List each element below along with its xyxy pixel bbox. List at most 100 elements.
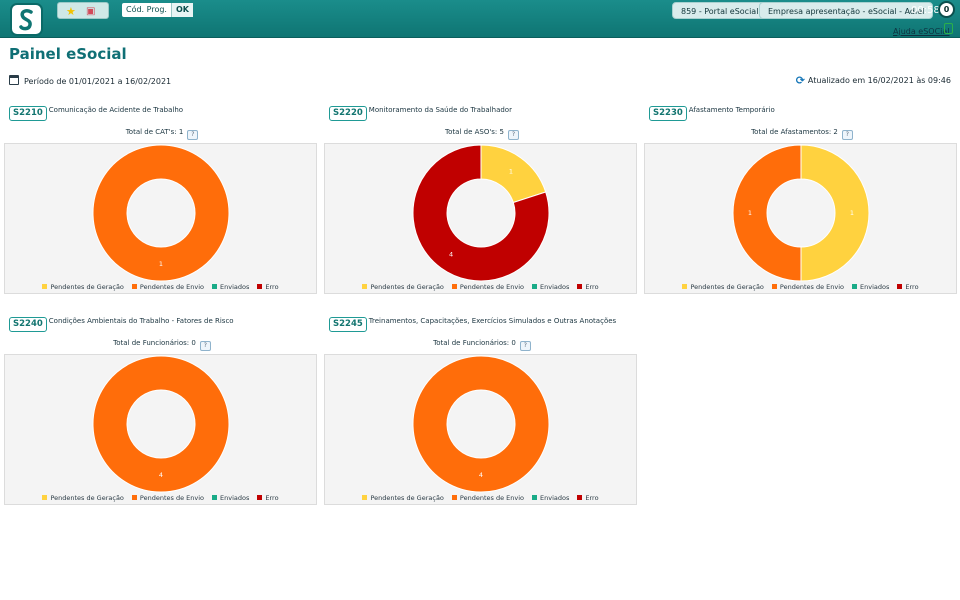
donut-chart: 11 [732, 144, 870, 282]
card-title: Treinamentos, Capacitações, Exercícios S… [368, 317, 617, 325]
calendar-icon [9, 75, 19, 85]
slice-value-label: 4 [159, 471, 163, 479]
company-button[interactable]: Empresa apresentação - eSocial - Adiel [759, 2, 934, 19]
legend-label: Pendentes de Geração [370, 283, 444, 291]
card-total: Total de Funcionários: 0? [324, 339, 640, 351]
page-title: Painel eSocial [9, 45, 127, 63]
event-code-badge[interactable]: S2220 [329, 106, 367, 121]
chart-panel: 1 4 Pendentes de Geração Pendentes de Envio… [324, 143, 637, 294]
legend-item[interactable]: Enviados [532, 283, 569, 291]
legend-swatch [897, 284, 903, 289]
chart-legend: Pendentes de Geração Pendentes de Envio En… [325, 283, 636, 291]
event-code-badge[interactable]: S2230 [649, 106, 687, 121]
card-title: Afastamento Temporário [688, 106, 775, 114]
help-tooltip-icon[interactable]: ? [199, 341, 211, 351]
ok-button[interactable]: OK [171, 3, 193, 17]
legend-swatch [577, 284, 583, 289]
card-total: Total de CAT's: 1? [4, 128, 320, 140]
event-code-badge[interactable]: S2240 [9, 317, 47, 332]
slice-value-label: 4 [449, 250, 453, 258]
help-document-icon[interactable] [944, 23, 953, 34]
legend-item[interactable]: Erro [257, 494, 279, 502]
legend-item[interactable]: Pendentes de Envio [451, 283, 525, 291]
legend-swatch [771, 284, 777, 289]
session-clock: 00:58 [911, 5, 940, 16]
legend-swatch [451, 284, 457, 289]
chart-panel: 1 Pendentes de Geração Pendentes de Envio E… [4, 143, 317, 294]
chart-panel: 4 Pendentes de Geração Pendentes de Envio E… [324, 354, 637, 505]
total-text: Total de Afastamentos: 2 [751, 128, 838, 136]
legend-swatch [577, 495, 583, 500]
legend-label: Enviados [220, 283, 250, 291]
legend-swatch [131, 495, 137, 500]
chart-legend: Pendentes de Geração Pendentes de Envio En… [645, 283, 956, 291]
legend-label: Pendentes de Geração [370, 494, 444, 502]
period-text: Período de 01/01/2021 a 16/02/2021 [24, 77, 172, 86]
donut-slice-pendentes-geracao[interactable] [480, 144, 547, 204]
portal-button[interactable]: 859 - Portal eSocial [672, 2, 768, 19]
legend-item[interactable]: Erro [577, 494, 599, 502]
legend-item[interactable]: Pendentes de Envio [131, 494, 204, 502]
windows-icon[interactable]: ▣ [86, 3, 95, 20]
legend-item[interactable]: Enviados [852, 283, 889, 291]
legend-item[interactable]: Pendentes de Envio [451, 494, 525, 502]
event-code-badge[interactable]: S2245 [329, 317, 367, 332]
app-logo[interactable] [10, 3, 43, 36]
legend-swatch [532, 284, 538, 289]
legend-swatch [212, 284, 218, 289]
card-header: S2210 Comunicação de Acidente de Trabalho [9, 100, 183, 121]
notification-badge[interactable]: 0 [938, 1, 955, 18]
slice-value-label: 1 [850, 209, 854, 217]
top-bar: ★ ▣ Cód. Prog. OK 859 - Portal eSocial Em… [0, 0, 960, 38]
legend-item[interactable]: Pendentes de Envio [131, 283, 204, 291]
help-tooltip-icon[interactable]: ? [519, 341, 531, 351]
legend-swatch [257, 284, 263, 289]
legend-label: Erro [585, 494, 599, 502]
legend-item[interactable]: Pendentes de Geração [682, 283, 764, 291]
help-tooltip-icon[interactable]: ? [187, 130, 199, 140]
legend-item[interactable]: Enviados [212, 494, 249, 502]
legend-item[interactable]: Pendentes de Geração [42, 283, 124, 291]
legend-label: Pendentes de Envio [459, 494, 525, 502]
cod-prog-field[interactable]: Cód. Prog. OK [122, 3, 193, 17]
legend-item[interactable]: Enviados [212, 283, 249, 291]
legend-swatch [257, 495, 263, 500]
slice-value-label: 1 [509, 168, 513, 176]
legend-swatch [131, 284, 137, 289]
legend-swatch [212, 495, 218, 500]
chart-panel: 1 1 Pendentes de Geração Pendentes de Envio… [644, 143, 957, 294]
refresh-icon[interactable]: ⟳ [796, 75, 805, 87]
legend-item[interactable]: Pendentes de Geração [42, 494, 124, 502]
event-code-badge[interactable]: S2210 [9, 106, 47, 121]
legend-swatch [852, 284, 858, 289]
card-total: Total de Afastamentos: 2? [644, 128, 960, 140]
help-tooltip-icon[interactable]: ? [841, 130, 853, 140]
legend-label: Erro [585, 283, 599, 291]
legend-item[interactable]: Erro [577, 283, 599, 291]
legend-item[interactable]: Pendentes de Geração [362, 283, 444, 291]
legend-item[interactable]: Erro [897, 283, 919, 291]
help-esocial-link[interactable]: Ajuda eSOCial [893, 27, 950, 36]
card-title: Monitoramento da Saúde do Trabalhador [368, 106, 512, 114]
slice-value-label: 1 [748, 209, 752, 217]
legend-label: Erro [265, 283, 279, 291]
legend-item[interactable]: Enviados [532, 494, 569, 502]
legend-label: Erro [265, 494, 279, 502]
legend-label: Pendentes de Envio [779, 283, 845, 291]
cod-prog-label[interactable]: Cód. Prog. [122, 3, 172, 17]
legend-label: Pendentes de Envio [459, 283, 525, 291]
donut-slice-pendentes-geracao[interactable] [800, 144, 870, 282]
legend-item[interactable]: Pendentes de Geração [362, 494, 444, 502]
legend-item[interactable]: Erro [257, 283, 279, 291]
star-icon[interactable]: ★ [66, 3, 76, 20]
legend-swatch [42, 495, 48, 500]
donut-slice-pendentes-envio[interactable] [732, 144, 802, 282]
help-tooltip-icon[interactable]: ? [507, 130, 519, 140]
total-text: Total de CAT's: 1 [125, 128, 184, 136]
legend-item[interactable]: Pendentes de Envio [771, 283, 845, 291]
total-text: Total de Funcionários: 0 [433, 339, 516, 347]
legend-label: Enviados [860, 283, 890, 291]
legend-label: Pendentes de Geração [690, 283, 764, 291]
legend-swatch [362, 495, 368, 500]
legend-swatch [532, 495, 538, 500]
